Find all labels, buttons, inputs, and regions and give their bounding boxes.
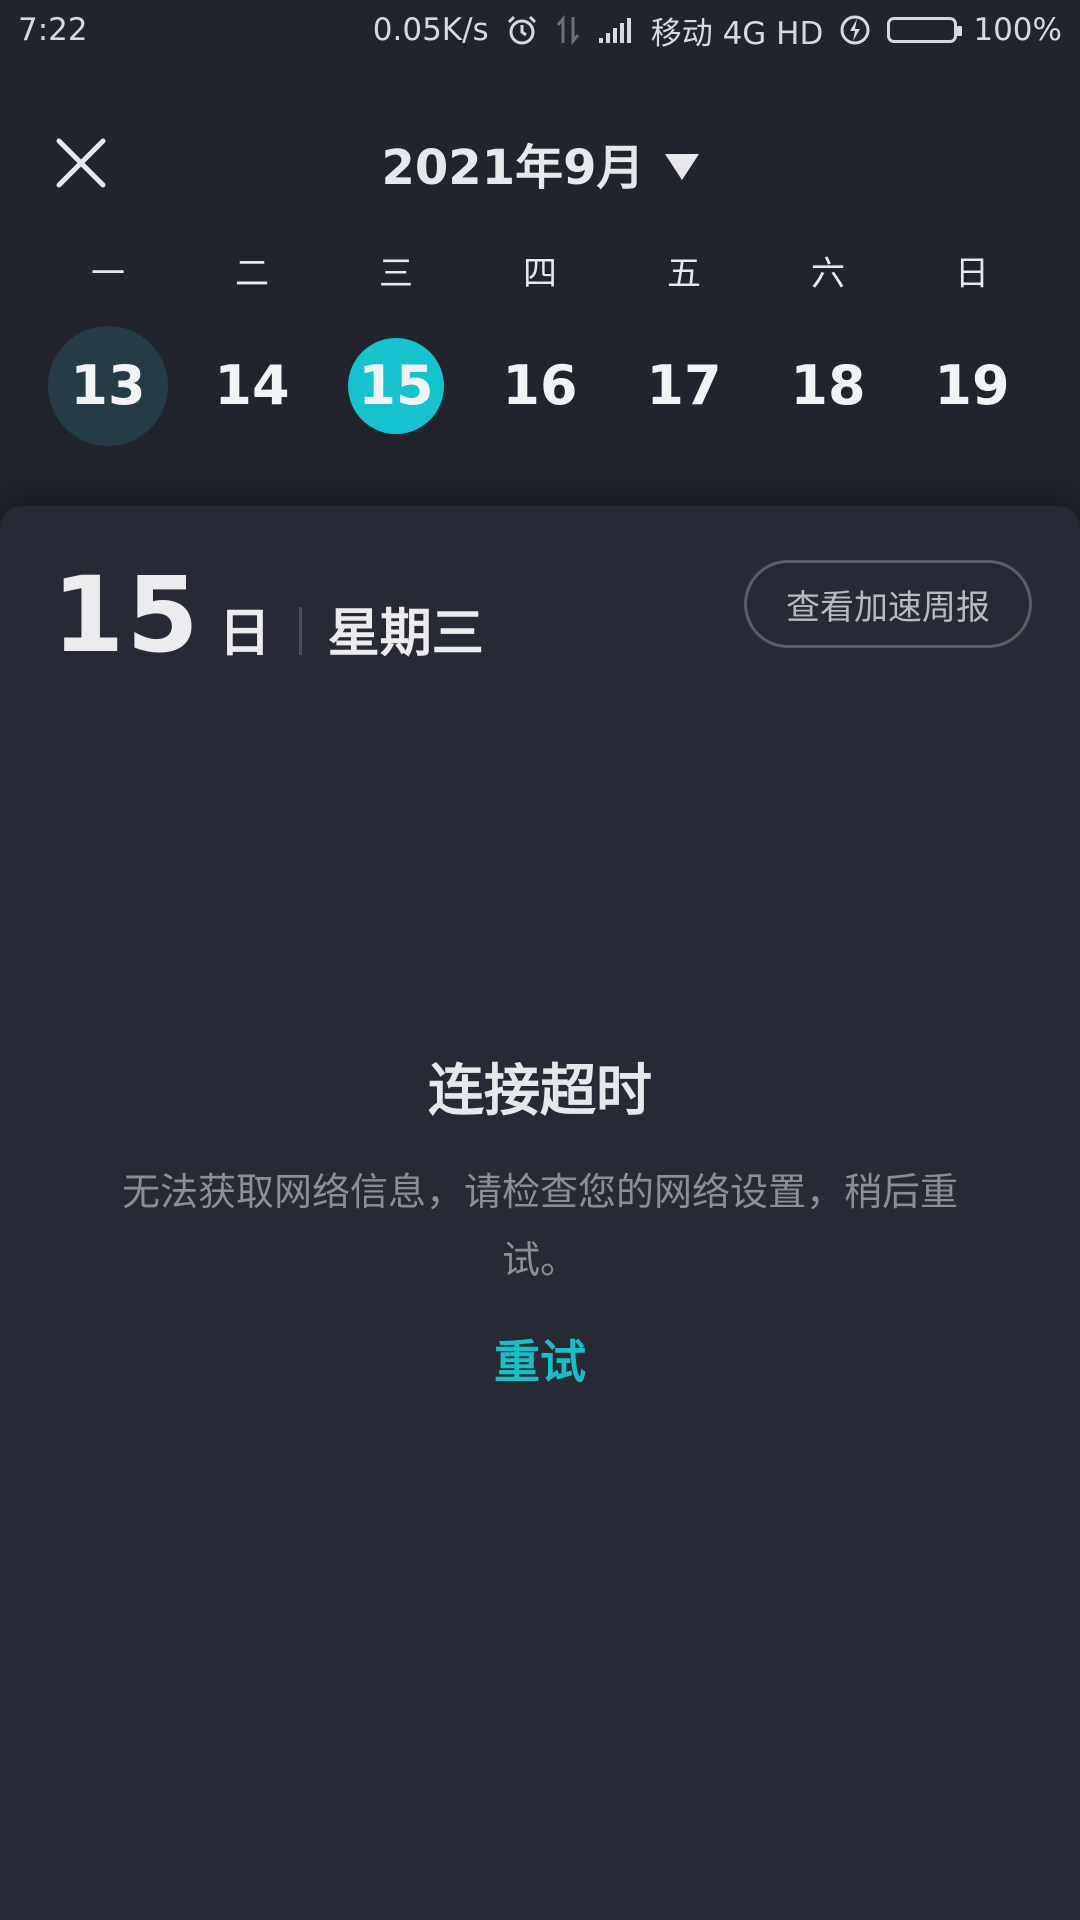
- charging-icon: [839, 14, 871, 46]
- day-number: 19: [934, 354, 1010, 417]
- day-cell-today[interactable]: 13: [48, 326, 168, 446]
- day-number: 16: [502, 354, 578, 417]
- weekly-report-button[interactable]: 查看加速周报: [744, 560, 1032, 648]
- day-cell[interactable]: 19: [912, 326, 1032, 446]
- data-arrows-icon: [555, 15, 581, 45]
- selected-date-heading: 15 日 星期三: [52, 554, 484, 676]
- day-cell[interactable]: 14: [192, 326, 312, 446]
- day-unit-label: 日: [218, 604, 271, 664]
- day-cell[interactable]: 17: [624, 326, 744, 446]
- month-title: 2021年9月: [381, 140, 645, 196]
- alarm-icon: [505, 13, 539, 47]
- week-day-row: 13 14 15 16 17 18 19: [0, 326, 1080, 446]
- date-divider: [298, 607, 302, 655]
- day-cell[interactable]: 16: [480, 326, 600, 446]
- weekday-label: 四: [523, 254, 557, 294]
- day-detail-card: 15 日 星期三 查看加速周报 连接超时 无法获取网络信息，请检查您的网络设置，…: [0, 506, 1080, 1920]
- carrier-label: 移动 4G HD: [650, 15, 824, 52]
- day-number: 14: [214, 354, 290, 417]
- selected-weekday: 星期三: [327, 604, 484, 664]
- weekday-label: 三: [379, 254, 413, 294]
- error-description: 无法获取网络信息，请检查您的网络设置，稍后重试。: [121, 1170, 958, 1282]
- error-title: 连接超时: [428, 1059, 652, 1124]
- day-number: 13: [70, 354, 146, 417]
- status-bar: 7:22 0.05K/s 移动 4G HD 100%: [0, 0, 1080, 60]
- net-speed: 0.05K/s: [372, 12, 489, 48]
- weekday-labels: 一 二 三 四 五 六 日: [0, 240, 1080, 300]
- status-right: 0.05K/s 移动 4G HD 100%: [373, 8, 1062, 53]
- day-number: 18: [790, 354, 866, 417]
- battery-percent: 100%: [973, 12, 1062, 48]
- status-time: 7:22: [18, 12, 88, 48]
- weekday-label: 一: [91, 254, 125, 294]
- weekday-label: 日: [955, 254, 989, 294]
- day-cell[interactable]: 18: [768, 326, 888, 446]
- weekday-label: 二: [235, 254, 269, 294]
- retry-button[interactable]: 重试: [0, 1326, 1080, 1392]
- weekday-label: 五: [667, 254, 701, 294]
- weekday-label: 六: [811, 254, 845, 294]
- signal-icon: [597, 16, 635, 44]
- month-selector[interactable]: 2021年9月: [0, 128, 1080, 198]
- day-number: 15: [358, 354, 434, 417]
- calendar-header: 2021年9月: [0, 100, 1080, 230]
- selected-day-number: 15: [52, 554, 201, 676]
- day-cell-selected[interactable]: 15: [336, 326, 456, 446]
- battery-icon: [887, 17, 963, 43]
- caret-down-icon: [664, 154, 699, 180]
- day-number: 17: [646, 354, 722, 417]
